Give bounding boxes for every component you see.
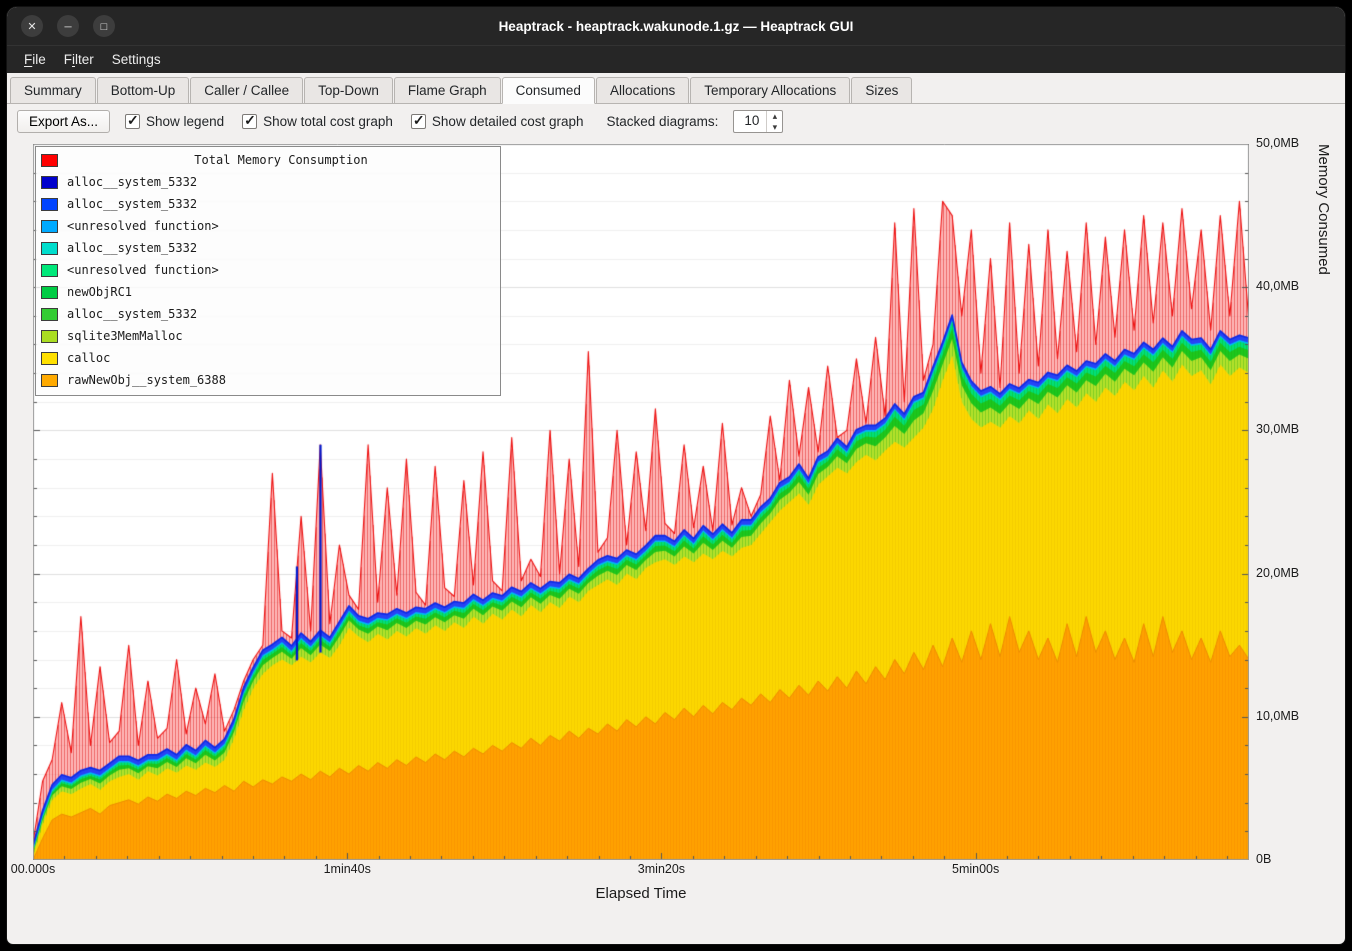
x-tick-label: 1min40s (324, 862, 371, 876)
legend-item: alloc__system_5332 (41, 171, 495, 193)
legend-title: Total Memory Consumption (67, 153, 495, 167)
x-axis-labels: 00.000s1min40s3min20s5min00s (33, 862, 1249, 882)
tab-caller-callee[interactable]: Caller / Callee (190, 77, 303, 104)
y-tick-label: 20,0MB (1256, 566, 1299, 580)
minimize-icon (64, 17, 71, 35)
legend-title-row: Total Memory Consumption (41, 149, 495, 171)
export-as-button[interactable]: Export As... (17, 110, 110, 133)
legend-label: <unresolved function> (67, 263, 219, 277)
toolbar: Export As... Show legend Show total cost … (7, 104, 1345, 138)
legend-swatch (41, 330, 58, 343)
checkbox-show-legend[interactable]: Show legend (125, 114, 224, 129)
menu-item-filter[interactable]: Filter (55, 46, 103, 73)
checkbox-icon[interactable] (242, 114, 257, 129)
tab-consumed[interactable]: Consumed (502, 77, 595, 104)
legend-swatch (41, 154, 58, 167)
legend-item: alloc__system_5332 (41, 303, 495, 325)
y-tick-label: 40,0MB (1256, 279, 1299, 293)
x-tick-label: 3min20s (638, 862, 685, 876)
checkbox-show-total-cost-graph[interactable]: Show total cost graph (242, 114, 393, 129)
y-tick-label: 10,0MB (1256, 709, 1299, 723)
x-axis-title: Elapsed Time (33, 885, 1249, 902)
legend-label: alloc__system_5332 (67, 241, 197, 255)
checkbox-label: Show total cost graph (263, 114, 393, 129)
legend-swatch (41, 352, 58, 365)
tab-bottom-up[interactable]: Bottom-Up (97, 77, 190, 104)
tab-allocations[interactable]: Allocations (596, 77, 689, 104)
menu-item-file[interactable]: File (15, 46, 55, 73)
legend-swatch (41, 286, 58, 299)
spinbox-buttons (766, 111, 782, 132)
checkbox-icon[interactable] (125, 114, 140, 129)
menubar: FileFilterSettings (7, 45, 1345, 73)
tab-sizes[interactable]: Sizes (851, 77, 912, 104)
legend-item: <unresolved function> (41, 215, 495, 237)
stacked-diagrams-label: Stacked diagrams: (607, 114, 719, 129)
plot-area: Total Memory Consumption alloc__system_53… (33, 144, 1249, 860)
legend-item: <unresolved function> (41, 259, 495, 281)
tab-top-down[interactable]: Top-Down (304, 77, 393, 104)
window-controls (21, 15, 115, 37)
legend-swatch (41, 242, 58, 255)
tab-summary[interactable]: Summary (10, 77, 96, 104)
x-tick-label: 5min00s (952, 862, 999, 876)
checkbox-group: Show legend Show total cost graph Show det… (125, 114, 584, 129)
legend-item: rawNewObj__system_6388 (41, 369, 495, 391)
minimize-button[interactable] (57, 15, 79, 37)
titlebar: Heaptrack - heaptrack.wakunode.1.gz — He… (7, 7, 1345, 45)
spin-up-button[interactable] (767, 111, 782, 122)
tab-temporary-allocations[interactable]: Temporary Allocations (690, 77, 850, 104)
close-button[interactable] (21, 15, 43, 37)
chart-area: Total Memory Consumption alloc__system_53… (7, 138, 1345, 944)
legend-swatch (41, 308, 58, 321)
legend-item: newObjRC1 (41, 281, 495, 303)
legend-label: alloc__system_5332 (67, 197, 197, 211)
legend-swatch (41, 220, 58, 233)
y-tick-label: 0B (1256, 852, 1271, 866)
maximize-icon (101, 17, 108, 35)
stacked-diagrams-value[interactable]: 10 (734, 111, 766, 132)
legend-swatch (41, 264, 58, 277)
legend-item: sqlite3MemMalloc (41, 325, 495, 347)
y-axis-title: Memory Consumed (1315, 144, 1332, 860)
plot-row: Total Memory Consumption alloc__system_53… (33, 144, 1345, 860)
close-icon (27, 17, 36, 35)
legend-label: alloc__system_5332 (67, 307, 197, 321)
maximize-button[interactable] (93, 15, 115, 37)
checkbox-label: Show legend (146, 114, 224, 129)
stacked-diagrams-spinbox[interactable]: 10 (733, 110, 783, 133)
legend-label: <unresolved function> (67, 219, 219, 233)
x-tick-label: 00.000s (11, 862, 55, 876)
tab-flame-graph[interactable]: Flame Graph (394, 77, 501, 104)
chart-legend: Total Memory Consumption alloc__system_53… (35, 146, 501, 396)
window-title: Heaptrack - heaptrack.wakunode.1.gz — He… (7, 19, 1345, 34)
legend-label: calloc (67, 351, 110, 365)
checkbox-show-detailed-cost-graph[interactable]: Show detailed cost graph (411, 114, 584, 129)
spin-down-button[interactable] (767, 122, 782, 133)
checkbox-icon[interactable] (411, 114, 426, 129)
app-window: Heaptrack - heaptrack.wakunode.1.gz — He… (7, 7, 1345, 944)
legend-swatch (41, 374, 58, 387)
legend-label: newObjRC1 (67, 285, 132, 299)
legend-item: alloc__system_5332 (41, 193, 495, 215)
y-axis: Memory Consumed 0B10,0MB20,0MB30,0MB40,0… (1249, 144, 1345, 860)
legend-swatch (41, 176, 58, 189)
legend-item: calloc (41, 347, 495, 369)
y-tick-label: 30,0MB (1256, 422, 1299, 436)
legend-label: sqlite3MemMalloc (67, 329, 183, 343)
legend-item: alloc__system_5332 (41, 237, 495, 259)
y-tick-label: 50,0MB (1256, 136, 1299, 150)
legend-swatch (41, 198, 58, 211)
legend-label: rawNewObj__system_6388 (67, 373, 226, 387)
tabbar: SummaryBottom-UpCaller / CalleeTop-DownF… (7, 73, 1345, 104)
menu-item-settings[interactable]: Settings (103, 46, 170, 73)
checkbox-label: Show detailed cost graph (432, 114, 584, 129)
legend-label: alloc__system_5332 (67, 175, 197, 189)
